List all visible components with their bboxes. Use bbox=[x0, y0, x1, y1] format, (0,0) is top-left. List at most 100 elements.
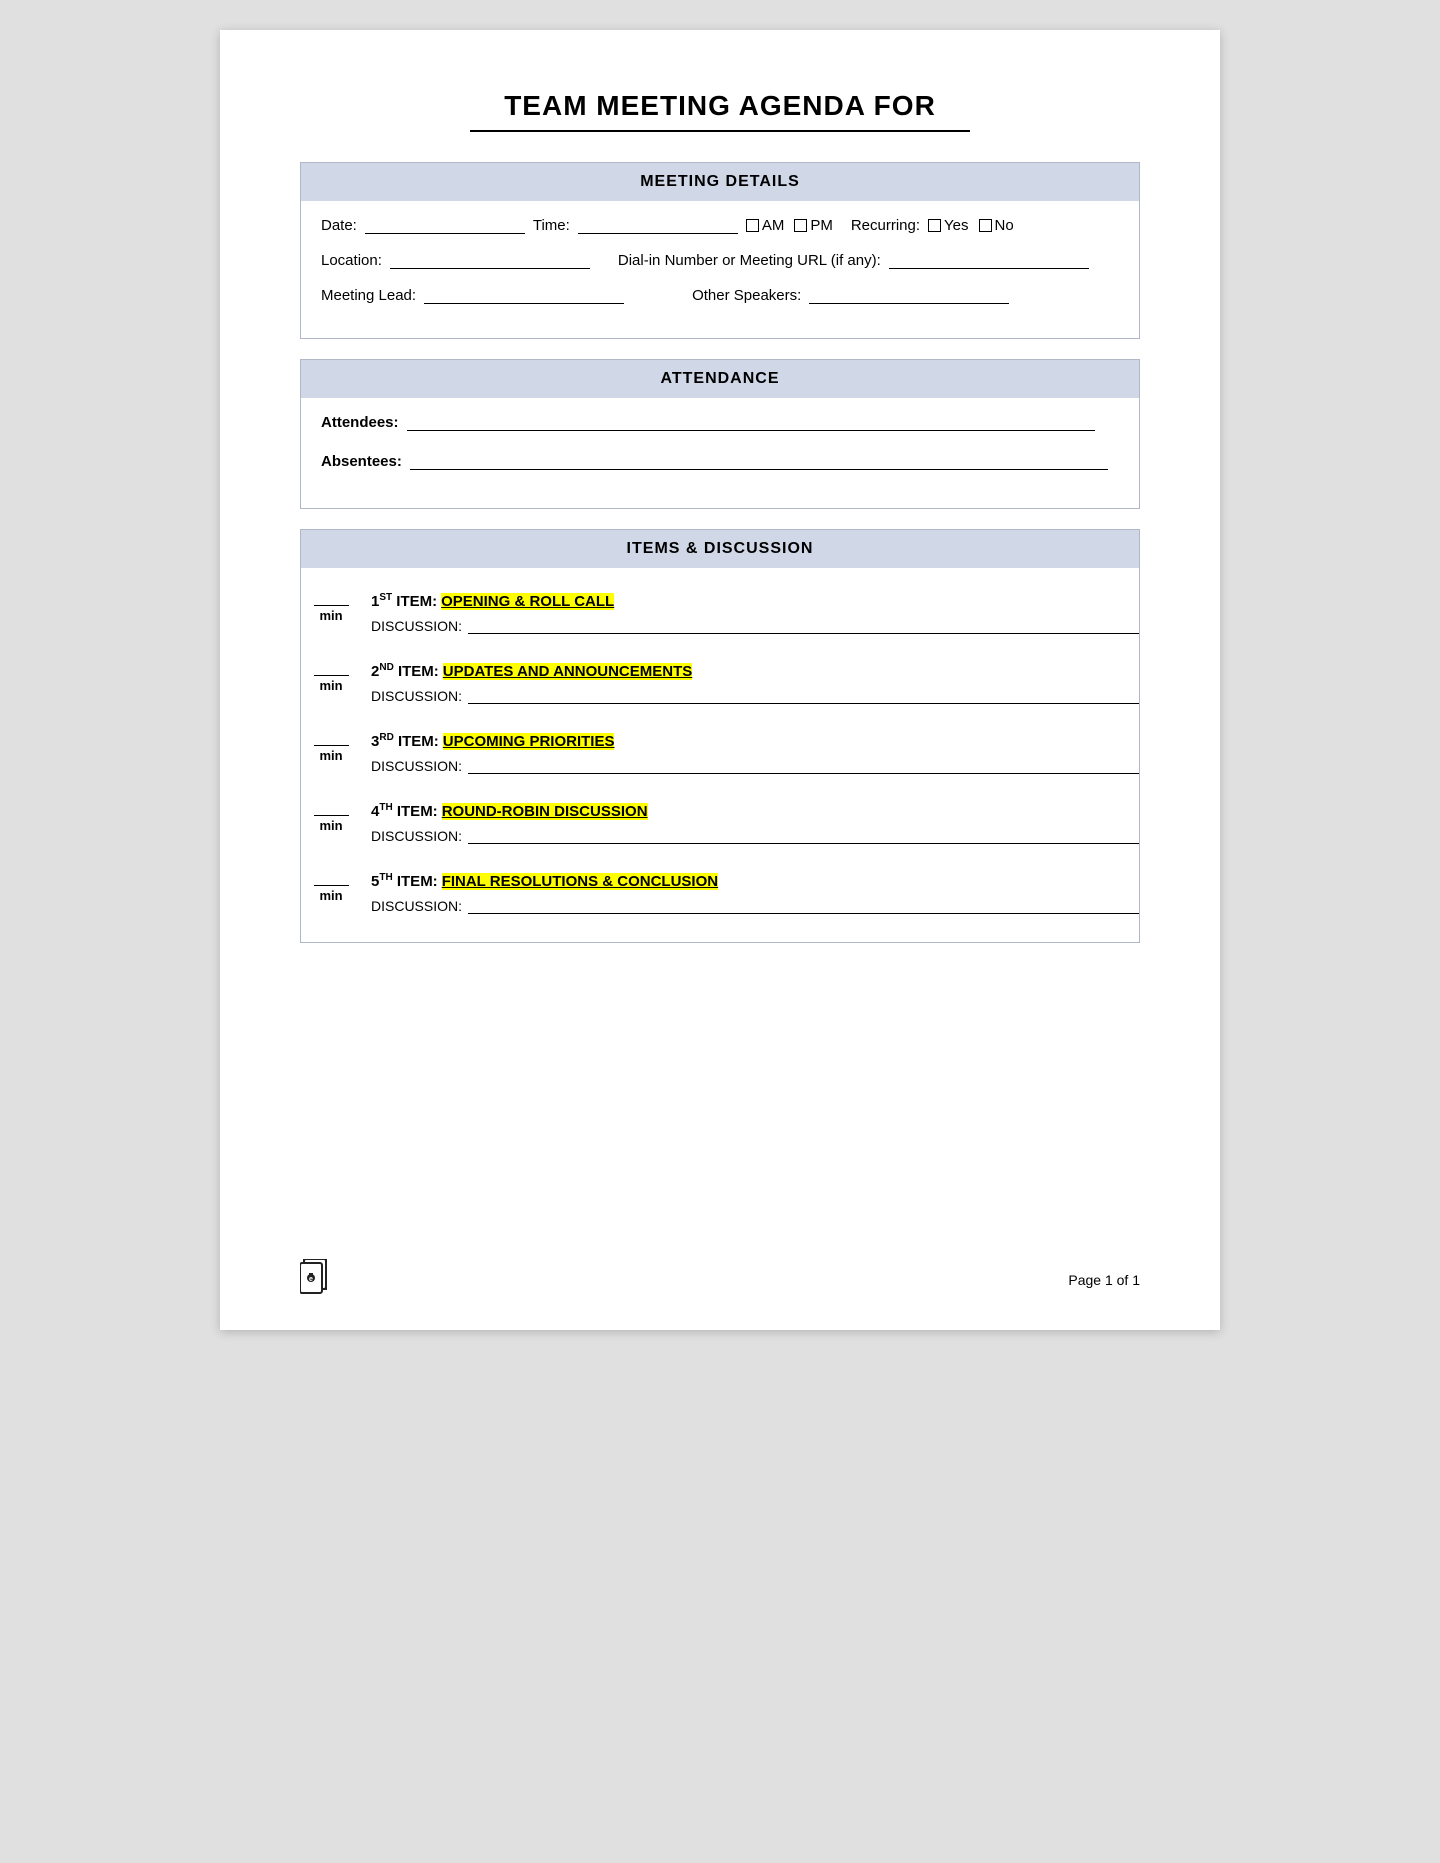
item-5-discussion-field[interactable] bbox=[468, 898, 1139, 914]
logo-icon: e bbox=[300, 1259, 330, 1295]
item-5-name: FINAL RESOLUTIONS & CONCLUSION bbox=[442, 873, 718, 890]
dialin-field[interactable] bbox=[889, 253, 1089, 269]
dialin-label: Dial-in Number or Meeting URL (if any): bbox=[618, 252, 881, 269]
item-2-discussion-field[interactable] bbox=[468, 688, 1139, 704]
item-5-content: 5TH ITEM: FINAL RESOLUTIONS & CONCLUSION… bbox=[371, 872, 1139, 914]
item-5-min-label: min bbox=[319, 888, 342, 903]
title-underline bbox=[470, 130, 970, 132]
item-1-discussion-label: DISCUSSION: bbox=[371, 618, 462, 634]
location-field[interactable] bbox=[390, 253, 590, 269]
am-checkbox[interactable] bbox=[746, 219, 759, 232]
am-checkbox-item[interactable]: AM bbox=[746, 217, 785, 234]
svg-text:e: e bbox=[309, 1276, 313, 1283]
item-2-title: 2ND ITEM: UPDATES AND ANNOUNCEMENTS bbox=[371, 662, 1139, 680]
yes-checkbox[interactable] bbox=[928, 219, 941, 232]
item-5-minutes-field[interactable] bbox=[314, 872, 349, 886]
items-content: min 1ST ITEM: OPENING & ROLL CALL DISCUS… bbox=[301, 568, 1139, 914]
am-label: AM bbox=[762, 217, 785, 234]
item-4-minutes-field[interactable] bbox=[314, 802, 349, 816]
item-4-min-label: min bbox=[319, 818, 342, 833]
item-5-discussion: DISCUSSION: bbox=[371, 898, 1139, 914]
item-1-discussion: DISCUSSION: bbox=[371, 618, 1139, 634]
item-1-minutes-field[interactable] bbox=[314, 592, 349, 606]
item-2-number: 2ND ITEM: bbox=[371, 662, 439, 680]
attendees-field[interactable] bbox=[407, 415, 1095, 431]
agenda-item-2: min 2ND ITEM: UPDATES AND ANNOUNCEMENTS … bbox=[301, 662, 1139, 704]
item-3-name: UPCOMING PRIORITIES bbox=[443, 733, 615, 750]
recurring-label: Recurring: bbox=[851, 217, 920, 234]
item-3-minutes-field[interactable] bbox=[314, 732, 349, 746]
item-3-discussion-field[interactable] bbox=[468, 758, 1139, 774]
attendance-content: Attendees: Absentees: bbox=[301, 398, 1139, 508]
item-4-name: ROUND-ROBIN DISCUSSION bbox=[442, 803, 648, 820]
meeting-details-content: Date: Time: AM PM Recurring: bbox=[301, 201, 1139, 338]
item-2-discussion: DISCUSSION: bbox=[371, 688, 1139, 704]
item-2-name: UPDATES AND ANNOUNCEMENTS bbox=[443, 663, 692, 680]
item-2-minutes-field[interactable] bbox=[314, 662, 349, 676]
item-5-title: 5TH ITEM: FINAL RESOLUTIONS & CONCLUSION bbox=[371, 872, 1139, 890]
pm-checkbox-item[interactable]: PM bbox=[794, 217, 833, 234]
no-checkbox-item[interactable]: No bbox=[979, 217, 1014, 234]
item-2-min-label: min bbox=[319, 678, 342, 693]
item-4-title: 4TH ITEM: ROUND-ROBIN DISCUSSION bbox=[371, 802, 1139, 820]
item-4-minutes: min bbox=[301, 802, 361, 833]
yes-label: Yes bbox=[944, 217, 968, 234]
location-label: Location: bbox=[321, 252, 382, 269]
item-3-number: 3RD ITEM: bbox=[371, 732, 439, 750]
date-field[interactable] bbox=[365, 218, 525, 234]
meeting-details-header: MEETING DETAILS bbox=[301, 163, 1139, 201]
attendance-section: ATTENDANCE Attendees: Absentees: bbox=[300, 359, 1140, 509]
item-1-discussion-field[interactable] bbox=[468, 618, 1139, 634]
ampm-group: AM PM bbox=[746, 217, 833, 234]
page: TEAM MEETING AGENDA FOR MEETING DETAILS … bbox=[220, 30, 1220, 1330]
meeting-details-section: MEETING DETAILS Date: Time: AM PM bbox=[300, 162, 1140, 339]
other-speakers-field[interactable] bbox=[809, 288, 1009, 304]
absentees-label: Absentees: bbox=[321, 453, 402, 470]
item-2-discussion-label: DISCUSSION: bbox=[371, 688, 462, 704]
recurring-group: Yes No bbox=[928, 217, 1014, 234]
item-1-number: 1ST ITEM: bbox=[371, 592, 437, 610]
other-speakers-label: Other Speakers: bbox=[692, 287, 801, 304]
item-5-minutes: min bbox=[301, 872, 361, 903]
attendees-label: Attendees: bbox=[321, 414, 399, 431]
attendees-row: Attendees: bbox=[321, 414, 1119, 431]
pm-label: PM bbox=[810, 217, 833, 234]
item-4-discussion: DISCUSSION: bbox=[371, 828, 1139, 844]
no-label: No bbox=[995, 217, 1014, 234]
item-3-minutes: min bbox=[301, 732, 361, 763]
item-1-name: OPENING & ROLL CALL bbox=[441, 593, 614, 610]
item-4-discussion-field[interactable] bbox=[468, 828, 1139, 844]
meeting-lead-field[interactable] bbox=[424, 288, 624, 304]
item-3-content: 3RD ITEM: UPCOMING PRIORITIES DISCUSSION… bbox=[371, 732, 1139, 774]
footer-logo: e bbox=[300, 1259, 330, 1300]
item-5-discussion-label: DISCUSSION: bbox=[371, 898, 462, 914]
agenda-item-4: min 4TH ITEM: ROUND-ROBIN DISCUSSION DIS… bbox=[301, 802, 1139, 844]
absentees-row: Absentees: bbox=[321, 453, 1119, 470]
time-label: Time: bbox=[533, 217, 570, 234]
item-3-title: 3RD ITEM: UPCOMING PRIORITIES bbox=[371, 732, 1139, 750]
pm-checkbox[interactable] bbox=[794, 219, 807, 232]
footer-page-text: Page 1 of 1 bbox=[1068, 1272, 1140, 1288]
item-1-minutes: min bbox=[301, 592, 361, 623]
absentees-field[interactable] bbox=[410, 454, 1108, 470]
footer: e Page 1 of 1 bbox=[300, 1259, 1140, 1300]
item-4-content: 4TH ITEM: ROUND-ROBIN DISCUSSION DISCUSS… bbox=[371, 802, 1139, 844]
item-1-content: 1ST ITEM: OPENING & ROLL CALL DISCUSSION… bbox=[371, 592, 1139, 634]
item-3-min-label: min bbox=[319, 748, 342, 763]
agenda-item-5: min 5TH ITEM: FINAL RESOLUTIONS & CONCLU… bbox=[301, 872, 1139, 914]
agenda-item-3: min 3RD ITEM: UPCOMING PRIORITIES DISCUS… bbox=[301, 732, 1139, 774]
items-header: ITEMS & DISCUSSION bbox=[301, 530, 1139, 568]
item-3-discussion-label: DISCUSSION: bbox=[371, 758, 462, 774]
lead-speakers-row: Meeting Lead: Other Speakers: bbox=[321, 287, 1119, 304]
main-title: TEAM MEETING AGENDA FOR bbox=[300, 90, 1140, 122]
date-label: Date: bbox=[321, 217, 357, 234]
date-time-row: Date: Time: AM PM Recurring: bbox=[321, 217, 1119, 234]
item-4-discussion-label: DISCUSSION: bbox=[371, 828, 462, 844]
agenda-item-1: min 1ST ITEM: OPENING & ROLL CALL DISCUS… bbox=[301, 592, 1139, 634]
time-field[interactable] bbox=[578, 218, 738, 234]
location-row: Location: Dial-in Number or Meeting URL … bbox=[321, 252, 1119, 269]
item-2-content: 2ND ITEM: UPDATES AND ANNOUNCEMENTS DISC… bbox=[371, 662, 1139, 704]
no-checkbox[interactable] bbox=[979, 219, 992, 232]
yes-checkbox-item[interactable]: Yes bbox=[928, 217, 968, 234]
meeting-lead-label: Meeting Lead: bbox=[321, 287, 416, 304]
